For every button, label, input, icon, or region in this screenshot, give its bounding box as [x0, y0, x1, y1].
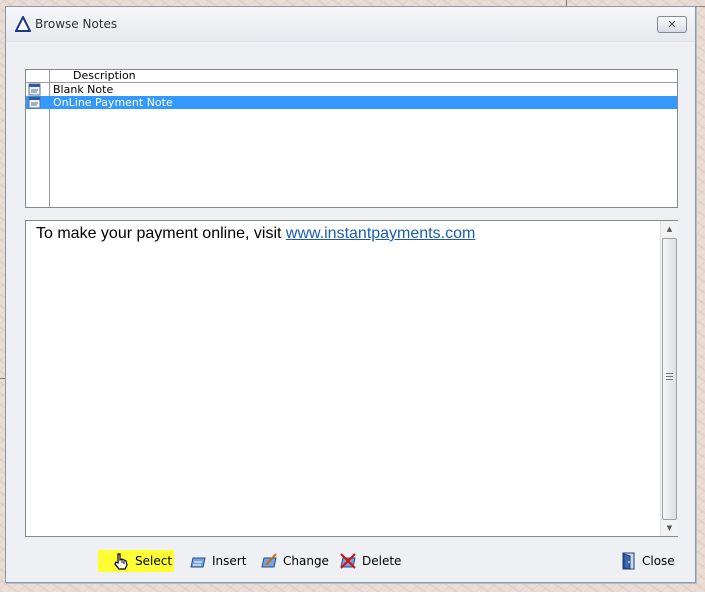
action-toolbar: Select Insert Change Delete Close	[6, 547, 695, 577]
change-label: Change	[283, 554, 329, 568]
note-body-text: To make your payment online, visit	[36, 225, 286, 242]
table-row[interactable]: OnLine Payment Note	[26, 96, 677, 109]
scrollbar-thumb[interactable]	[662, 238, 677, 520]
payment-link[interactable]: www.instantpayments.com	[286, 225, 475, 242]
dialog-client-area: Description Blank Note OnLine Payment No…	[6, 42, 695, 582]
scroll-up-icon[interactable]: ▲	[661, 221, 678, 237]
change-button[interactable]: Change	[260, 550, 329, 572]
notes-list-grid[interactable]: Description Blank Note OnLine Payment No…	[25, 69, 678, 208]
close-icon: ✕	[667, 18, 677, 31]
delete-label: Delete	[362, 554, 402, 568]
note-row-icon	[28, 96, 41, 109]
scrollbar-grip	[666, 373, 673, 380]
close-button[interactable]: Close	[621, 550, 675, 572]
vertical-scrollbar[interactable]: ▲ ▼	[660, 221, 678, 536]
insert-icon	[190, 557, 206, 568]
grid-header: Description	[26, 70, 677, 83]
row-description: Blank Note	[53, 83, 114, 96]
hand-pointer-icon	[114, 553, 128, 570]
row-description: OnLine Payment Note	[53, 96, 173, 109]
window-title: Browse Notes	[35, 17, 118, 31]
note-row-icon	[28, 83, 41, 96]
change-icon	[261, 553, 277, 568]
door-exit-icon	[622, 552, 635, 570]
delete-icon	[340, 553, 356, 569]
app-triangle-icon	[15, 16, 31, 32]
scroll-down-icon[interactable]: ▼	[661, 520, 678, 536]
insert-label: Insert	[212, 554, 247, 568]
column-header-description[interactable]: Description	[73, 70, 136, 82]
close-label: Close	[642, 554, 675, 568]
note-content: To make your payment online, visit www.i…	[36, 225, 475, 243]
title-bar[interactable]: Browse Notes ✕	[6, 7, 695, 42]
table-row[interactable]: Blank Note	[26, 83, 677, 96]
delete-button[interactable]: Delete	[339, 550, 401, 572]
note-text-area[interactable]: To make your payment online, visit www.i…	[25, 220, 678, 537]
insert-button[interactable]: Insert	[189, 550, 246, 572]
window-close-button[interactable]: ✕	[657, 16, 687, 33]
grid-header-icon-column	[26, 70, 50, 82]
browse-notes-dialog: Browse Notes ✕ Description Blank Note On…	[5, 6, 696, 583]
select-button[interactable]: Select	[98, 550, 174, 572]
select-label: Select	[135, 554, 173, 568]
